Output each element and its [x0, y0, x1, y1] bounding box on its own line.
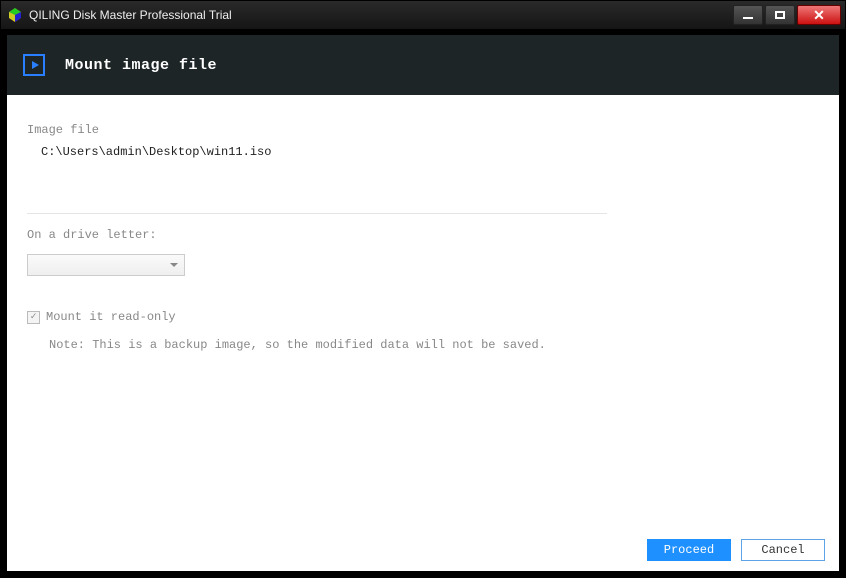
footer: Proceed Cancel: [7, 531, 839, 571]
cancel-button[interactable]: Cancel: [741, 539, 825, 561]
content-area: Image file C:\Users\admin\Desktop\win11.…: [7, 95, 839, 531]
close-button[interactable]: [797, 5, 841, 25]
window-title: QILING Disk Master Professional Trial: [29, 8, 733, 22]
driveletter-label: On a drive letter:: [27, 228, 819, 242]
note-text: Note: This is a backup image, so the mod…: [49, 338, 819, 352]
title-bar[interactable]: QILING Disk Master Professional Trial: [1, 1, 845, 29]
readonly-row: ✓ Mount it read-only: [27, 310, 819, 324]
main-panel: Mount image file Image file C:\Users\adm…: [7, 35, 839, 571]
imagefile-label: Image file: [27, 123, 819, 137]
app-logo-icon: [7, 7, 23, 23]
proceed-button[interactable]: Proceed: [647, 539, 731, 561]
panel-header: Mount image file: [7, 35, 839, 95]
readonly-checkbox[interactable]: ✓: [27, 311, 40, 324]
imagefile-path: C:\Users\admin\Desktop\win11.iso: [41, 145, 819, 159]
play-icon: [23, 54, 45, 76]
window-body: Mount image file Image file C:\Users\adm…: [1, 29, 845, 577]
minimize-button[interactable]: [733, 5, 763, 25]
panel-title: Mount image file: [65, 57, 217, 74]
driveletter-select[interactable]: [27, 254, 185, 276]
maximize-button[interactable]: [765, 5, 795, 25]
app-window: QILING Disk Master Professional Trial Mo…: [0, 0, 846, 578]
readonly-label: Mount it read-only: [46, 310, 176, 324]
divider: [27, 213, 607, 214]
